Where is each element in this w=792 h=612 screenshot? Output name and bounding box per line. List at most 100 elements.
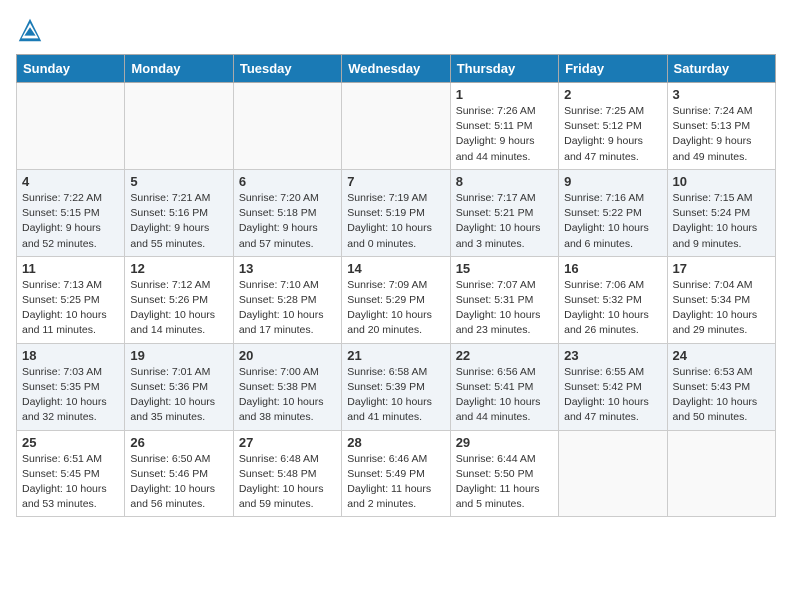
day-number: 13 <box>239 261 336 276</box>
day-info: Sunrise: 7:13 AM Sunset: 5:25 PM Dayligh… <box>22 278 119 339</box>
calendar-week-row: 25 Sunrise: 6:51 AM Sunset: 5:45 PM Dayli… <box>17 430 776 517</box>
calendar-cell: 20 Sunrise: 7:00 AM Sunset: 5:38 PM Dayli… <box>233 343 341 430</box>
calendar-cell: 16 Sunrise: 7:06 AM Sunset: 5:32 PM Dayli… <box>559 256 667 343</box>
calendar-cell: 21 Sunrise: 6:58 AM Sunset: 5:39 PM Dayli… <box>342 343 450 430</box>
calendar-cell: 6Sunrise: 7:20 AM Sunset: 5:18 PM Daylig… <box>233 169 341 256</box>
calendar-cell: 24Sunrise: 6:53 AM Sunset: 5:43 PM Dayli… <box>667 343 775 430</box>
day-number: 11 <box>22 261 119 276</box>
calendar-cell: 26 Sunrise: 6:50 AM Sunset: 5:46 PM Dayli… <box>125 430 233 517</box>
column-header-tuesday: Tuesday <box>233 55 341 83</box>
calendar-cell <box>667 430 775 517</box>
day-number: 14 <box>347 261 444 276</box>
day-number: 8 <box>456 174 553 189</box>
day-info: Sunrise: 7:00 AM Sunset: 5:38 PM Dayligh… <box>239 365 336 426</box>
day-info: Sunrise: 7:10 AM Sunset: 5:28 PM Dayligh… <box>239 278 336 339</box>
calendar-cell: 2 Sunrise: 7:25 AM Sunset: 5:12 PM Daylig… <box>559 83 667 170</box>
day-number: 10 <box>673 174 770 189</box>
day-number: 19 <box>130 348 227 363</box>
day-number: 20 <box>239 348 336 363</box>
column-header-thursday: Thursday <box>450 55 558 83</box>
day-number: 2 <box>564 87 661 102</box>
day-number: 17 <box>673 261 770 276</box>
calendar-week-row: 4 Sunrise: 7:22 AM Sunset: 5:15 PM Daylig… <box>17 169 776 256</box>
day-number: 27 <box>239 435 336 450</box>
calendar-cell: 5 Sunrise: 7:21 AM Sunset: 5:16 PM Daylig… <box>125 169 233 256</box>
column-header-sunday: Sunday <box>17 55 125 83</box>
calendar-cell <box>125 83 233 170</box>
day-info: Sunrise: 7:12 AM Sunset: 5:26 PM Dayligh… <box>130 278 227 339</box>
day-info: Sunrise: 7:24 AM Sunset: 5:13 PM Dayligh… <box>673 104 770 165</box>
day-info: Sunrise: 7:04 AM Sunset: 5:34 PM Dayligh… <box>673 278 770 339</box>
calendar-cell: 9 Sunrise: 7:16 AM Sunset: 5:22 PM Daylig… <box>559 169 667 256</box>
day-number: 16 <box>564 261 661 276</box>
calendar-cell: 29Sunrise: 6:44 AM Sunset: 5:50 PM Dayli… <box>450 430 558 517</box>
day-number: 9 <box>564 174 661 189</box>
day-info: Sunrise: 6:46 AM Sunset: 5:49 PM Dayligh… <box>347 452 444 513</box>
day-number: 26 <box>130 435 227 450</box>
calendar-cell: 17 Sunrise: 7:04 AM Sunset: 5:34 PM Dayli… <box>667 256 775 343</box>
day-number: 6 <box>239 174 336 189</box>
day-number: 12 <box>130 261 227 276</box>
calendar-cell: 13 Sunrise: 7:10 AM Sunset: 5:28 PM Dayli… <box>233 256 341 343</box>
calendar-cell <box>233 83 341 170</box>
day-number: 3 <box>673 87 770 102</box>
day-info: Sunrise: 7:16 AM Sunset: 5:22 PM Dayligh… <box>564 191 661 252</box>
logo <box>16 16 48 44</box>
calendar-cell <box>559 430 667 517</box>
day-number: 5 <box>130 174 227 189</box>
column-header-saturday: Saturday <box>667 55 775 83</box>
day-info: Sunrise: 7:21 AM Sunset: 5:16 PM Dayligh… <box>130 191 227 252</box>
page-header <box>16 16 776 44</box>
day-info: Sunrise: 7:25 AM Sunset: 5:12 PM Dayligh… <box>564 104 661 165</box>
calendar-cell: 22 Sunrise: 6:56 AM Sunset: 5:41 PM Dayli… <box>450 343 558 430</box>
day-number: 7 <box>347 174 444 189</box>
day-number: 28 <box>347 435 444 450</box>
day-info: Sunrise: 6:51 AM Sunset: 5:45 PM Dayligh… <box>22 452 119 513</box>
calendar-cell: 3 Sunrise: 7:24 AM Sunset: 5:13 PM Daylig… <box>667 83 775 170</box>
day-info: Sunrise: 6:55 AM Sunset: 5:42 PM Dayligh… <box>564 365 661 426</box>
calendar-cell: 23 Sunrise: 6:55 AM Sunset: 5:42 PM Dayli… <box>559 343 667 430</box>
day-info: Sunrise: 6:48 AM Sunset: 5:48 PM Dayligh… <box>239 452 336 513</box>
day-info: Sunrise: 6:58 AM Sunset: 5:39 PM Dayligh… <box>347 365 444 426</box>
day-info: Sunrise: 7:26 AM Sunset: 5:11 PM Dayligh… <box>456 104 553 165</box>
day-info: Sunrise: 6:56 AM Sunset: 5:41 PM Dayligh… <box>456 365 553 426</box>
day-number: 23 <box>564 348 661 363</box>
day-info: Sunrise: 7:15 AM Sunset: 5:24 PM Dayligh… <box>673 191 770 252</box>
calendar-cell <box>342 83 450 170</box>
day-number: 15 <box>456 261 553 276</box>
calendar-week-row: 1 Sunrise: 7:26 AM Sunset: 5:11 PM Daylig… <box>17 83 776 170</box>
column-header-monday: Monday <box>125 55 233 83</box>
day-info: Sunrise: 6:50 AM Sunset: 5:46 PM Dayligh… <box>130 452 227 513</box>
calendar-header-row: SundayMondayTuesdayWednesdayThursdayFrid… <box>17 55 776 83</box>
calendar-cell: 12 Sunrise: 7:12 AM Sunset: 5:26 PM Dayli… <box>125 256 233 343</box>
calendar-cell: 11 Sunrise: 7:13 AM Sunset: 5:25 PM Dayli… <box>17 256 125 343</box>
calendar-week-row: 18 Sunrise: 7:03 AM Sunset: 5:35 PM Dayli… <box>17 343 776 430</box>
calendar-cell: 1 Sunrise: 7:26 AM Sunset: 5:11 PM Daylig… <box>450 83 558 170</box>
day-info: Sunrise: 7:09 AM Sunset: 5:29 PM Dayligh… <box>347 278 444 339</box>
calendar-week-row: 11 Sunrise: 7:13 AM Sunset: 5:25 PM Dayli… <box>17 256 776 343</box>
day-info: Sunrise: 7:22 AM Sunset: 5:15 PM Dayligh… <box>22 191 119 252</box>
day-info: Sunrise: 7:03 AM Sunset: 5:35 PM Dayligh… <box>22 365 119 426</box>
calendar-cell: 15Sunrise: 7:07 AM Sunset: 5:31 PM Dayli… <box>450 256 558 343</box>
calendar-cell: 28 Sunrise: 6:46 AM Sunset: 5:49 PM Dayli… <box>342 430 450 517</box>
calendar-cell: 8 Sunrise: 7:17 AM Sunset: 5:21 PM Daylig… <box>450 169 558 256</box>
day-number: 18 <box>22 348 119 363</box>
day-number: 25 <box>22 435 119 450</box>
day-number: 1 <box>456 87 553 102</box>
day-info: Sunrise: 6:44 AM Sunset: 5:50 PM Dayligh… <box>456 452 553 513</box>
day-number: 24 <box>673 348 770 363</box>
calendar-cell <box>17 83 125 170</box>
day-number: 21 <box>347 348 444 363</box>
calendar-cell: 7 Sunrise: 7:19 AM Sunset: 5:19 PM Daylig… <box>342 169 450 256</box>
day-number: 22 <box>456 348 553 363</box>
day-info: Sunrise: 7:19 AM Sunset: 5:19 PM Dayligh… <box>347 191 444 252</box>
calendar-cell: 4 Sunrise: 7:22 AM Sunset: 5:15 PM Daylig… <box>17 169 125 256</box>
day-info: Sunrise: 7:06 AM Sunset: 5:32 PM Dayligh… <box>564 278 661 339</box>
calendar-cell: 18 Sunrise: 7:03 AM Sunset: 5:35 PM Dayli… <box>17 343 125 430</box>
logo-icon <box>16 16 44 44</box>
day-info: Sunrise: 7:17 AM Sunset: 5:21 PM Dayligh… <box>456 191 553 252</box>
day-number: 4 <box>22 174 119 189</box>
column-header-friday: Friday <box>559 55 667 83</box>
calendar-cell: 27 Sunrise: 6:48 AM Sunset: 5:48 PM Dayli… <box>233 430 341 517</box>
calendar-cell: 19Sunrise: 7:01 AM Sunset: 5:36 PM Dayli… <box>125 343 233 430</box>
